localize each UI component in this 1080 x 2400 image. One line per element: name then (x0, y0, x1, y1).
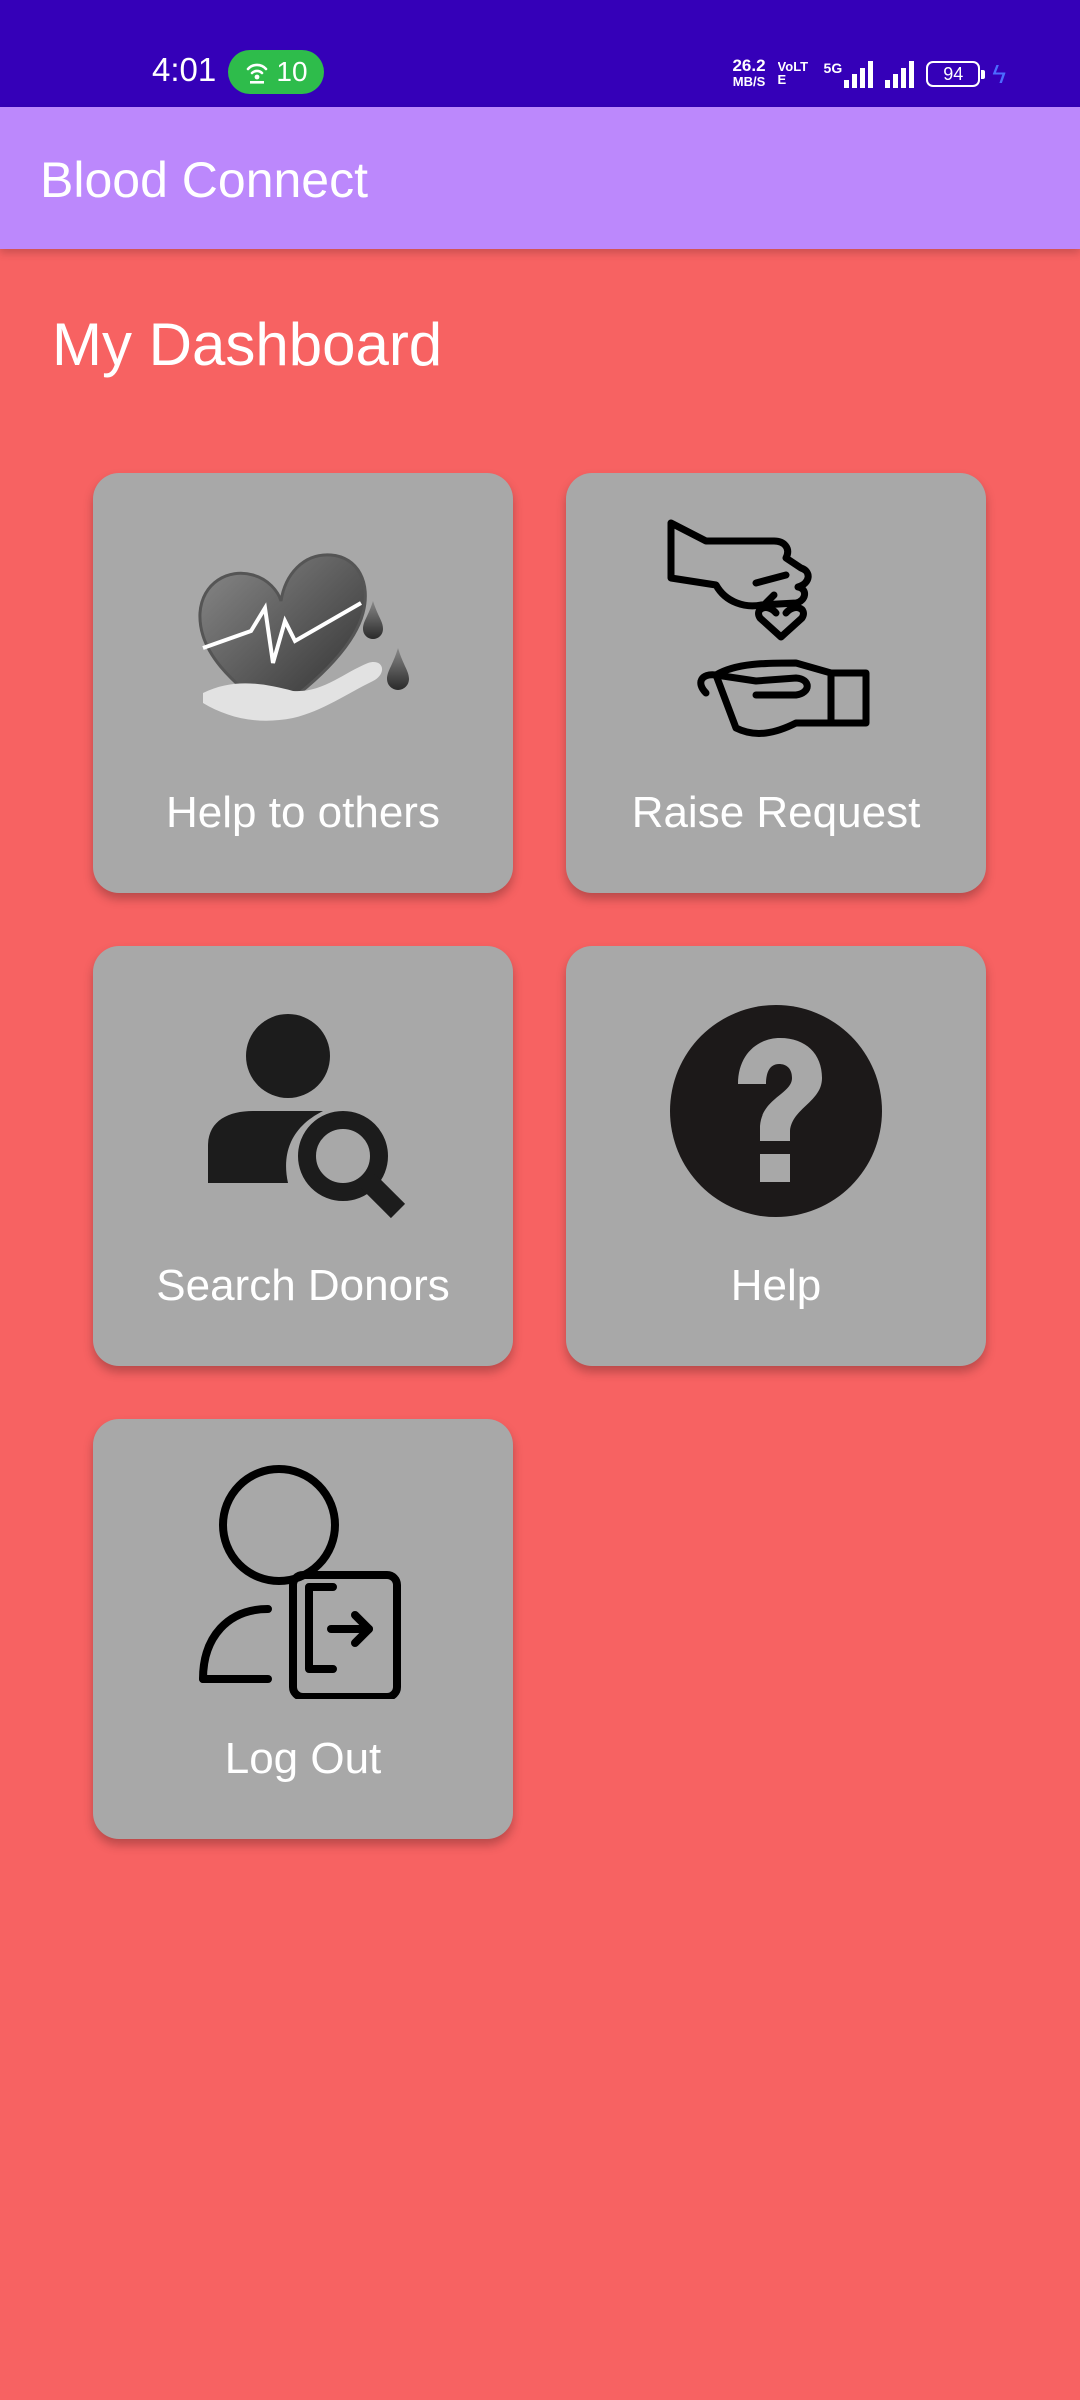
network-type: 5G (823, 60, 843, 76)
status-bar: 4:01 10 26.2 MB/S VoLTE 5G 94 ϟ (0, 0, 1080, 107)
volte-icon: VoLTE (777, 60, 809, 87)
network-speed: 26.2 MB/S (732, 56, 766, 90)
page-title: My Dashboard (52, 311, 443, 378)
card-label: Log Out (224, 1734, 382, 1783)
raise-request-card[interactable]: Raise Request (566, 473, 986, 893)
user-search-icon (208, 1014, 406, 1219)
speed-value: 26.2 (732, 56, 766, 75)
hotspot-badge[interactable]: 10 (228, 50, 324, 94)
heart-hand-blood-drop-icon (198, 553, 409, 721)
signal-icon-2 (885, 60, 915, 88)
hand-giving-heart-icon (667, 519, 870, 737)
search-donors-card[interactable]: Search Donors (93, 946, 513, 1366)
status-icons: 26.2 MB/S VoLTE 5G 94 ϟ (732, 54, 1006, 94)
card-label: Help to others (166, 788, 440, 837)
user-logout-icon (199, 1465, 401, 1699)
status-time: 4:01 (152, 51, 217, 88)
question-circle-icon (670, 1005, 882, 1217)
app-bar: Blood Connect (0, 107, 1080, 249)
card-label: Raise Request (631, 788, 921, 837)
hotspot-icon (247, 63, 268, 84)
help-to-others-card[interactable]: Help to others (93, 473, 513, 893)
speed-unit: MB/S (732, 74, 766, 89)
battery-icon: 94 (926, 61, 986, 87)
log-out-card[interactable]: Log Out (93, 1419, 513, 1839)
signal-5g-group: 5G (824, 60, 874, 88)
card-label: Search Donors (156, 1261, 450, 1310)
signal-icon-1 (844, 60, 874, 88)
battery-level: 94 (943, 64, 964, 84)
help-card[interactable]: Help (566, 946, 986, 1366)
charging-icon: ϟ (992, 58, 1006, 89)
app-title: Blood Connect (40, 152, 369, 208)
hotspot-count: 10 (276, 56, 308, 87)
card-label: Help (730, 1261, 822, 1310)
